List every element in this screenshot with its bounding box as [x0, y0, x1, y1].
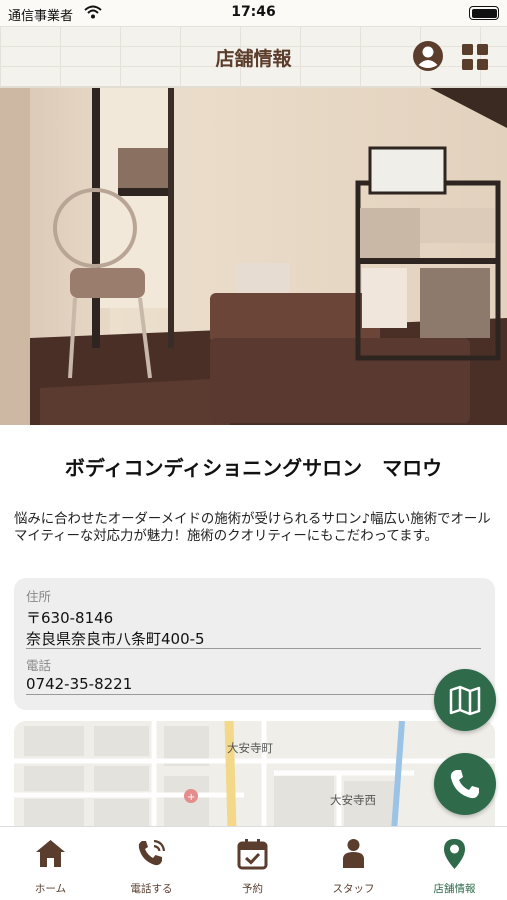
- divider: [26, 648, 481, 649]
- address-label: 住所: [26, 589, 52, 604]
- app-header: 店舗情報: [0, 26, 507, 88]
- home-icon: [36, 840, 65, 867]
- location-pin-icon: [444, 839, 465, 869]
- person-icon: [343, 839, 364, 868]
- svg-text:+: +: [187, 792, 195, 803]
- postal-code: 〒630-8146: [26, 609, 114, 627]
- status-bar: 通信事業者 17:46: [0, 0, 507, 26]
- phone-label: 電話: [26, 658, 52, 673]
- map-icon: [449, 685, 481, 716]
- tab-label: ホーム: [34, 883, 67, 895]
- address-value[interactable]: 奈良県奈良市八条町400-5: [26, 628, 205, 649]
- map-label-daianjicho: 大安寺町: [227, 741, 273, 755]
- salon-photo: [0, 88, 507, 425]
- tab-bar: ホーム 電話する 予約 スタッフ 店舗情報: [0, 826, 507, 900]
- tab-label: スタッフ: [332, 883, 375, 895]
- tab-reservation[interactable]: 予約: [202, 827, 303, 900]
- call-button[interactable]: [434, 753, 496, 815]
- tab-label: 電話する: [130, 883, 173, 895]
- map-view[interactable]: + 大安寺町 大安寺西: [14, 721, 495, 831]
- map-label-daianjinishi: 大安寺西: [330, 793, 376, 807]
- calendar-icon: [237, 839, 268, 870]
- phone-value[interactable]: 0742-35-8221: [26, 675, 132, 693]
- salon-name: ボディコンディショニングサロン マロウ: [64, 456, 443, 480]
- phone-icon: [450, 770, 479, 799]
- battery-icon: [469, 6, 499, 20]
- phone-call-icon: [138, 839, 166, 866]
- grid-menu-icon[interactable]: [461, 43, 489, 71]
- tab-home[interactable]: ホーム: [0, 827, 101, 900]
- tab-label: 予約: [242, 883, 263, 895]
- tab-label: 店舗情報: [433, 883, 476, 895]
- tab-store-info[interactable]: 店舗情報: [404, 827, 505, 900]
- status-time: 17:46: [231, 4, 276, 20]
- open-map-button[interactable]: [434, 669, 496, 731]
- tab-call[interactable]: 電話する: [101, 827, 202, 900]
- salon-description: 悩みに合わせたオーダーメイドの施術が受けられるサロン♪幅広い施術でオールマイティ…: [14, 512, 491, 544]
- account-icon[interactable]: [412, 40, 444, 72]
- tab-staff[interactable]: スタッフ: [303, 827, 404, 900]
- info-card: 住所 〒630-8146 奈良県奈良市八条町400-5 電話 0742-35-8…: [14, 578, 495, 710]
- divider: [26, 694, 481, 695]
